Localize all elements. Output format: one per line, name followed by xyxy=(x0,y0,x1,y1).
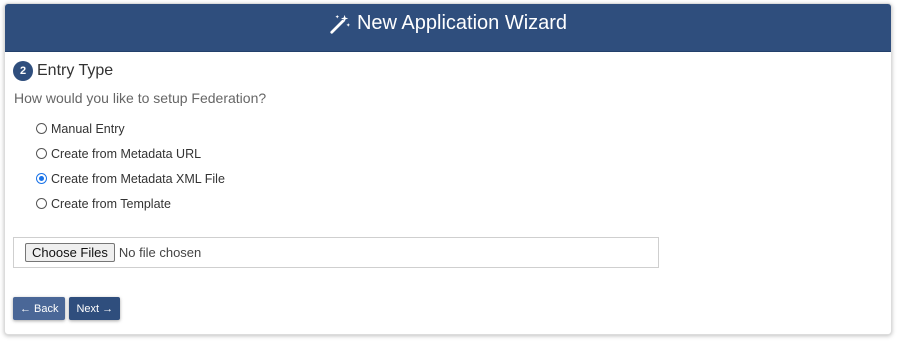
wizard-panel: New Application Wizard 2 Entry Type How … xyxy=(4,3,892,335)
step-number-badge: 2 xyxy=(13,61,33,81)
radio-metadata-url[interactable] xyxy=(36,148,47,159)
option-metadata-url[interactable]: Create from Metadata URL xyxy=(36,141,225,166)
option-label: Create from Metadata XML File xyxy=(51,171,225,186)
arrow-right-icon: → xyxy=(102,302,114,315)
choose-files-button[interactable]: Choose Files xyxy=(25,243,115,262)
next-button[interactable]: Next → xyxy=(69,297,121,320)
back-button[interactable]: ← Back xyxy=(13,297,66,320)
wizard-nav-buttons: ← Back Next → xyxy=(13,297,124,320)
radio-template[interactable] xyxy=(36,198,47,209)
wizard-header: New Application Wizard xyxy=(5,4,891,52)
magic-wand-icon xyxy=(330,14,351,34)
entry-type-options: Manual Entry Create from Metadata URL Cr… xyxy=(36,116,225,216)
option-template[interactable]: Create from Template xyxy=(36,191,225,216)
option-metadata-xml-file[interactable]: Create from Metadata XML File xyxy=(36,166,225,191)
wizard-title: New Application Wizard xyxy=(356,12,568,34)
radio-manual-entry[interactable] xyxy=(36,123,47,134)
back-button-label: Back xyxy=(34,302,59,315)
radio-metadata-xml-file[interactable] xyxy=(36,173,47,184)
file-status-text: No file chosen xyxy=(118,245,202,260)
step-title: Entry Type xyxy=(37,62,114,79)
option-manual-entry[interactable]: Manual Entry xyxy=(36,116,225,141)
step-heading: 2 Entry Type xyxy=(13,61,113,81)
option-label: Create from Metadata URL xyxy=(51,146,202,161)
option-label: Manual Entry xyxy=(51,121,125,136)
file-input-container: Choose Files No file chosen xyxy=(13,237,659,268)
arrow-left-icon: ← xyxy=(20,302,31,315)
option-label: Create from Template xyxy=(51,196,171,211)
setup-question: How would you like to setup Federation? xyxy=(14,90,267,106)
next-button-label: Next xyxy=(76,302,100,315)
